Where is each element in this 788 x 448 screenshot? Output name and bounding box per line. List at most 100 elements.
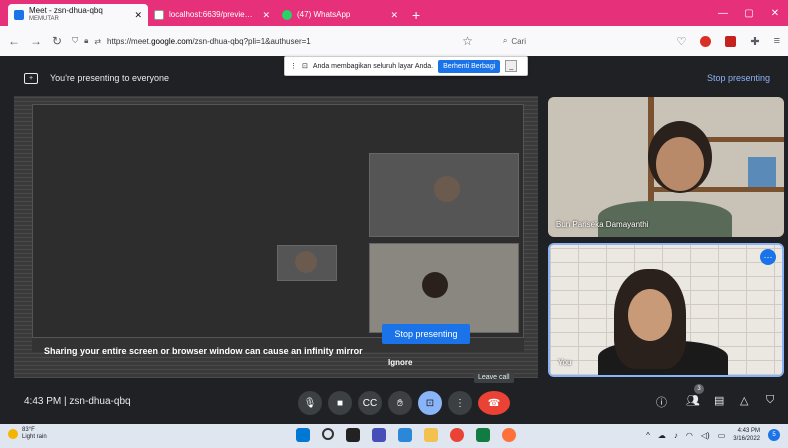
people-count-badge: 3 — [694, 384, 704, 394]
tab-localhost[interactable]: localhost:6639/preview/HTMLSTem ✕ — [148, 4, 276, 26]
puzzle-icon[interactable]: ✚ — [750, 35, 759, 48]
mirror-frame — [32, 104, 524, 338]
mirror-tile — [369, 153, 519, 237]
more-options-button[interactable]: ⋮ — [448, 391, 472, 415]
permissions-icon[interactable]: ⇄ — [94, 37, 101, 46]
widgets-icon[interactable] — [398, 428, 412, 442]
more-options-icon[interactable]: ⋯ — [760, 249, 776, 265]
present-button[interactable]: ⊡ — [418, 391, 442, 415]
temperature: 83°F — [22, 427, 35, 433]
share-notice-text: Anda membagikan seluruh layar Anda. — [312, 62, 434, 70]
search-icon[interactable] — [322, 428, 334, 440]
ignore-button[interactable]: Ignore — [388, 358, 412, 367]
stop-presenting-link[interactable]: Stop presenting — [707, 73, 770, 83]
task-view-icon[interactable] — [346, 428, 360, 442]
chat-app-icon[interactable] — [372, 428, 386, 442]
reload-icon[interactable]: ↻ — [52, 34, 62, 48]
end-call-icon: ☎︎ — [487, 397, 501, 409]
search-icon: ⌕ — [502, 36, 508, 45]
meeting-time: 4:43 PM — [24, 396, 62, 407]
presenting-text: You're presenting to everyone — [50, 73, 169, 83]
hide-notice-button[interactable]: _ — [505, 60, 518, 72]
camera-icon: ■ — [336, 397, 344, 409]
present-screen-icon: + — [24, 72, 38, 84]
meeting-info: 4:43 PM | zsn-dhua-qbq — [24, 396, 131, 407]
new-tab-button[interactable]: + — [404, 7, 428, 26]
microphone-button[interactable]: 🎙︎ — [298, 391, 322, 415]
book-decor — [748, 157, 776, 187]
tab-whatsapp[interactable]: (47) WhatsApp ✕ — [276, 4, 404, 26]
host-controls-icon[interactable]: ⛉ — [766, 394, 774, 407]
tab-meet-subtitle: MEMUTAR — [29, 16, 59, 22]
url-text: https://meet.google.com/zsn-dhua-qbq?pli… — [107, 36, 311, 46]
taskbar-apps — [296, 428, 516, 442]
tab-meet[interactable]: Meet - zsn-dhua-qbq MEMUTAR ✕ — [8, 4, 148, 26]
meeting-separator: | — [64, 396, 67, 407]
menu-icon[interactable]: ≡ — [774, 35, 780, 47]
captions-icon: CC — [362, 397, 378, 409]
participant-tile[interactable]: Bun Pariseka Damayanthi — [548, 97, 784, 237]
raise-hand-button[interactable]: ✋︎ — [388, 391, 412, 415]
address-bar[interactable]: ⛉ 🔒︎ ⇄ https://meet.google.com/zsn-dhua-… — [72, 36, 452, 46]
battery-icon[interactable]: ▭ — [718, 431, 726, 440]
self-face — [628, 289, 672, 341]
browser-nav-bar: ← → ↻ ⛉ 🔒︎ ⇄ https://meet.google.com/zsn… — [0, 26, 788, 56]
maximize-icon[interactable]: ▢ — [736, 0, 762, 26]
system-clock[interactable]: 4:43 PM 3/16/2022 — [733, 427, 760, 443]
clock-time: 4:43 PM — [737, 428, 760, 434]
cloud-icon[interactable]: ☁︎ — [658, 431, 666, 440]
stop-presenting-button[interactable]: Stop presenting — [382, 324, 470, 344]
weather-widget[interactable]: 83°F Light rain — [8, 427, 47, 441]
extension-icon[interactable] — [725, 35, 737, 47]
extension-icon[interactable] — [700, 35, 712, 47]
screen-share-notice: ⋮ ⊡ Anda membagikan seluruh layar Anda. … — [284, 56, 528, 76]
bookmark-star-icon[interactable]: ☆ — [462, 34, 473, 48]
chrome-icon[interactable] — [450, 428, 464, 442]
participant-body — [598, 201, 732, 237]
people-icon[interactable]: 👥︎ — [686, 394, 700, 407]
excel-icon[interactable] — [476, 428, 490, 442]
back-icon[interactable]: ← — [8, 34, 20, 48]
hand-icon: ✋︎ — [397, 397, 403, 409]
close-tab-icon[interactable]: ✕ — [390, 10, 398, 21]
start-icon[interactable] — [296, 428, 310, 442]
notification-badge[interactable]: 5 — [768, 429, 780, 441]
presentation-view: Stop presenting Sharing your entire scre… — [14, 96, 538, 378]
weather-condition: Light rain — [22, 434, 47, 440]
tab-meet-title: Meet - zsn-dhua-qbq — [29, 7, 103, 15]
volume-icon[interactable]: ◁) — [701, 431, 710, 440]
system-tray: ^ ☁︎ ♪ ◠ ◁) ▭ 4:43 PM 3/16/2022 5 — [646, 427, 780, 443]
file-explorer-icon[interactable] — [424, 428, 438, 442]
page-favicon-icon — [154, 10, 164, 20]
shield-icon[interactable]: ⛉ — [72, 36, 78, 46]
meet-control-bar: 4:43 PM | zsn-dhua-qbq 🎙︎ ■ CC ✋︎ ⊡ ⋮ ☎︎… — [0, 382, 788, 424]
search-bar[interactable]: ⌕ Cari — [503, 36, 653, 46]
microphone-icon: 🎙︎ — [303, 397, 317, 409]
firefox-icon[interactable] — [502, 428, 516, 442]
browser-tab-bar: Meet - zsn-dhua-qbq MEMUTAR ✕ localhost:… — [0, 0, 788, 26]
drag-handle-icon[interactable]: ⋮ — [290, 62, 297, 70]
wifi-icon[interactable]: ◠ — [686, 431, 693, 440]
captions-button[interactable]: CC — [358, 391, 382, 415]
mirror-face — [295, 251, 317, 273]
info-icon[interactable]: ⓘ — [656, 394, 667, 410]
participant-face — [656, 137, 704, 191]
self-tile[interactable]: ⋯ You — [548, 243, 784, 377]
meeting-code: zsn-dhua-qbq — [69, 396, 131, 407]
mic-tray-icon[interactable]: ♪ — [674, 431, 678, 440]
whatsapp-favicon-icon — [282, 10, 292, 20]
chat-icon[interactable]: ▤ — [714, 394, 724, 407]
leave-call-button[interactable]: ☎︎ — [478, 391, 510, 415]
minimize-icon[interactable]: — — [710, 0, 736, 26]
close-window-icon[interactable]: ✕ — [762, 0, 788, 26]
pocket-icon[interactable]: ♡ — [676, 35, 686, 48]
chevron-up-icon[interactable]: ^ — [646, 431, 650, 440]
camera-button[interactable]: ■ — [328, 391, 352, 415]
stop-sharing-button[interactable]: Berhenti Berbagi — [438, 59, 501, 73]
lock-icon: 🔒︎ — [84, 36, 89, 45]
close-tab-icon[interactable]: ✕ — [134, 10, 142, 21]
close-tab-icon[interactable]: ✕ — [262, 10, 270, 21]
windows-taskbar: 83°F Light rain ^ ☁︎ ♪ ◠ ◁) ▭ 4:43 PM 3/… — [0, 424, 788, 448]
activities-icon[interactable]: △ — [740, 394, 748, 407]
forward-icon[interactable]: → — [30, 34, 42, 48]
